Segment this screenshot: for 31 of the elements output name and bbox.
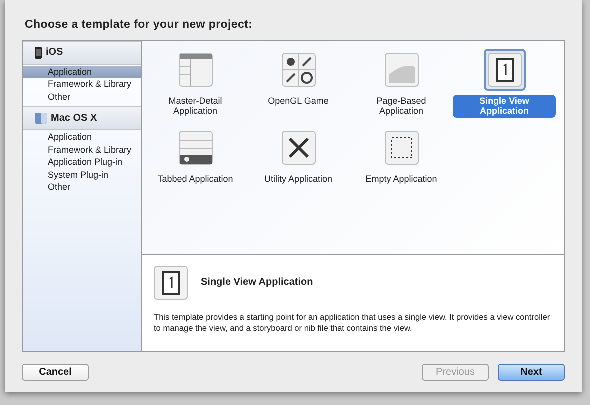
sidebar-item[interactable]: Framework & Library bbox=[23, 78, 141, 91]
template-label[interactable]: OpenGL Game bbox=[263, 94, 334, 108]
tab-bar-icon bbox=[178, 130, 212, 165]
dialog-button[interactable]: Cancel bbox=[22, 364, 89, 381]
single-view-icon bbox=[488, 52, 522, 87]
dialog-title: Choose a template for your new project: bbox=[24, 18, 254, 33]
empty-frame-icon bbox=[384, 130, 418, 165]
template-label[interactable]: Master-Detail Application bbox=[144, 94, 247, 118]
sidebar-item[interactable]: Application bbox=[23, 131, 141, 144]
section-title: Mac OS X bbox=[51, 112, 98, 124]
sidebar-item[interactable]: Application Plug-in bbox=[23, 156, 141, 169]
dialog-button[interactable]: Next bbox=[498, 364, 565, 381]
template-label[interactable]: Page-Based Application bbox=[350, 94, 453, 118]
template-tile[interactable] bbox=[484, 48, 526, 91]
template-label[interactable]: Single View Application bbox=[453, 94, 556, 118]
sidebar-item[interactable]: Other bbox=[23, 90, 141, 104]
template-label[interactable]: Empty Application bbox=[360, 172, 442, 186]
sidebar-item[interactable]: Other bbox=[23, 181, 141, 194]
split-view-icon bbox=[178, 52, 212, 87]
detail-title: Single View Application bbox=[201, 277, 314, 288]
phone-icon bbox=[35, 46, 42, 59]
page-curl-icon bbox=[384, 52, 418, 87]
sidebar-item[interactable]: Framework & Library bbox=[23, 144, 141, 156]
section-title: iOS bbox=[46, 47, 64, 58]
detail-description: This template provides a starting point for an application that uses a single view. It provides a view controller to manage the view, and a storyboard or nib file that contains the view. bbox=[154, 312, 552, 334]
sidebar-item[interactable]: Application bbox=[23, 66, 141, 78]
game-tools-icon bbox=[282, 52, 316, 87]
template-label[interactable]: Utility Application bbox=[259, 172, 338, 186]
sidebar-item[interactable]: System Plug-in bbox=[23, 168, 141, 182]
single-view-icon bbox=[154, 266, 188, 300]
template-label[interactable]: Tabbed Application bbox=[152, 172, 238, 186]
